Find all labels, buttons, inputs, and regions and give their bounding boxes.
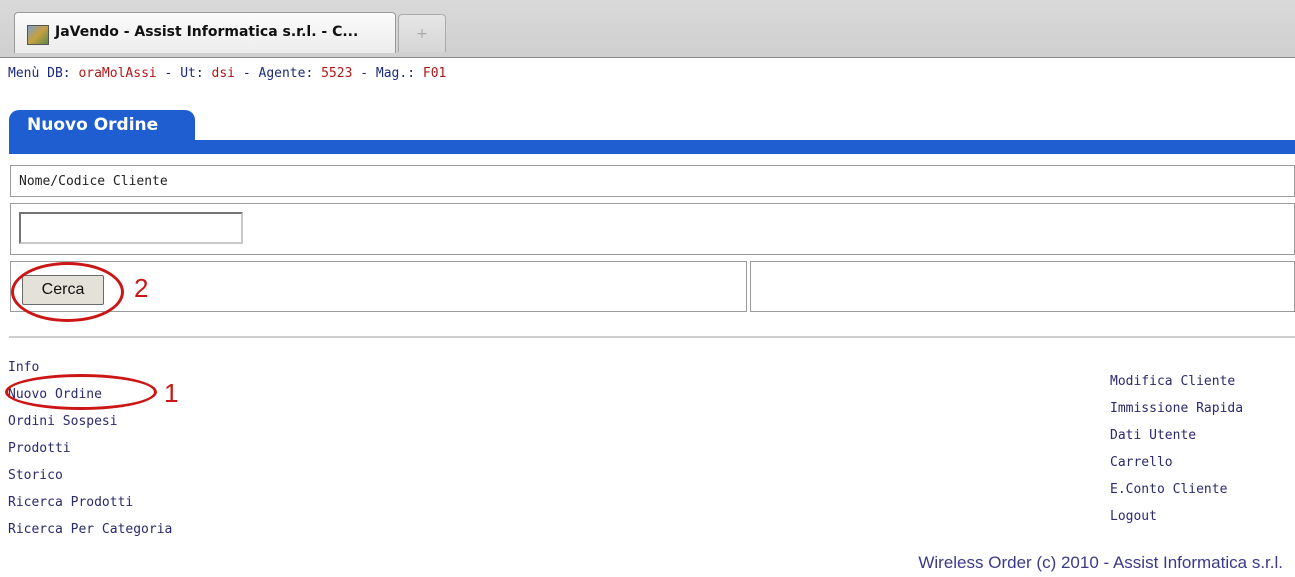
mag-label: - Mag.: [352, 66, 423, 81]
customer-field-label: Nome/Codice Cliente [19, 174, 168, 189]
field-label-row: Nome/Codice Cliente [10, 165, 1295, 197]
nav-link-ordini-sospesi[interactable]: Ordini Sospesi [8, 408, 172, 435]
mag-value: F01 [422, 66, 447, 81]
session-info: Menù DB: oraMolAssi - Ut: dsi - Agente: … [8, 66, 446, 81]
nav-link-immissione-rapida[interactable]: Immissione Rapida [1110, 395, 1243, 422]
browser-tab[interactable]: JaVendo - Assist Informatica s.r.l. - C.… [14, 12, 396, 53]
menu-db-label: Menù DB: [8, 66, 79, 81]
agente-label: - Agente: [235, 66, 322, 81]
browser-tab-title: JaVendo - Assist Informatica s.r.l. - C.… [55, 24, 359, 40]
button-cell-right [750, 261, 1295, 312]
nav-link-prodotti[interactable]: Prodotti [8, 435, 172, 462]
agente-value: 5523 [321, 66, 353, 81]
browser-tabstrip: JaVendo - Assist Informatica s.r.l. - C.… [0, 0, 1295, 58]
nav-link-dati-utente[interactable]: Dati Utente [1110, 422, 1243, 449]
panel-title: Nuovo Ordine [27, 115, 159, 135]
divider [9, 336, 1295, 338]
annotation-ring-1 [5, 374, 157, 410]
nav-link-modifica-cliente[interactable]: Modifica Cliente [1110, 368, 1243, 395]
new-tab-button[interactable]: + [398, 14, 446, 52]
nav-link-carrello[interactable]: Carrello [1110, 449, 1243, 476]
customer-search-input[interactable] [19, 212, 243, 244]
db-value: oraMolAssi [78, 66, 157, 81]
field-input-row [10, 203, 1295, 255]
ut-value: dsi [211, 66, 236, 81]
divider [0, 57, 1295, 58]
plus-icon: + [416, 26, 428, 42]
panel-header-bar [9, 140, 1295, 154]
favicon-icon [27, 25, 49, 45]
nav-link-ricerca-prodotti[interactable]: Ricerca Prodotti [8, 489, 172, 516]
nav-link-logout[interactable]: Logout [1110, 503, 1243, 530]
annotation-marker-1: 1 [164, 378, 179, 408]
annotation-marker-2: 2 [134, 273, 149, 303]
nav-link-ricerca-per-categoria[interactable]: Ricerca Per Categoria [8, 516, 172, 543]
secondary-navigation: Modifica Cliente Immissione Rapida Dati … [1110, 368, 1243, 530]
ut-label: - Ut: [156, 66, 212, 81]
annotation-ring-2 [11, 262, 124, 322]
footer-copyright: Wireless Order (c) 2010 - Assist Informa… [918, 553, 1283, 572]
nav-link-storico[interactable]: Storico [8, 462, 172, 489]
nav-link-econto-cliente[interactable]: E.Conto Cliente [1110, 476, 1243, 503]
panel-tab-nuovo-ordine: Nuovo Ordine [9, 110, 195, 141]
